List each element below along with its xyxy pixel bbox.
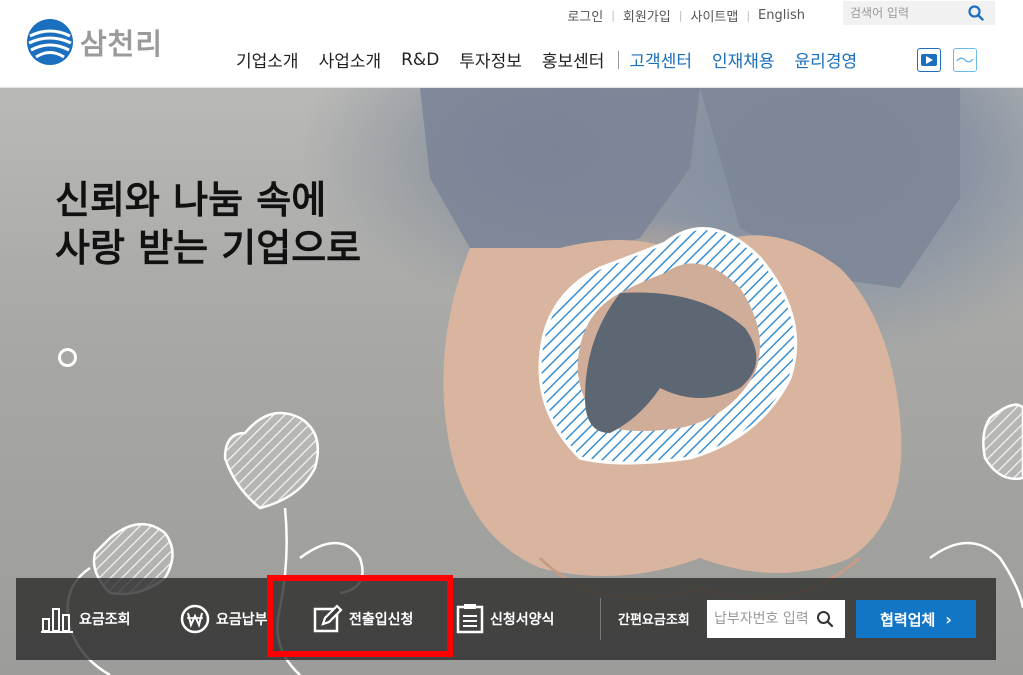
english-link[interactable]: English bbox=[758, 8, 805, 23]
bar-chart-icon bbox=[41, 605, 73, 633]
nav-pr-center[interactable]: 홍보센터 bbox=[542, 47, 605, 72]
payer-search-button[interactable] bbox=[807, 601, 843, 637]
site-header: 삼천리 로그인 | 회원가입 | 사이트맵 | English 기업소개 사업소… bbox=[0, 0, 1023, 88]
social-icon bbox=[956, 57, 974, 63]
quick-forms-label: 신청서양식 bbox=[490, 612, 555, 628]
slider-pager-dot[interactable] bbox=[58, 348, 77, 367]
nav-rnd[interactable]: R&D bbox=[401, 50, 439, 70]
document-icon bbox=[456, 604, 484, 634]
quick-divider bbox=[600, 598, 601, 640]
won-icon bbox=[180, 604, 210, 634]
login-link[interactable]: 로그인 bbox=[567, 6, 603, 25]
hero-title: 신뢰와 나눔 속에 사랑 받는 기업으로 bbox=[55, 176, 361, 272]
sns-links bbox=[917, 48, 977, 72]
join-link[interactable]: 회원가입 bbox=[623, 6, 671, 25]
search-button[interactable] bbox=[961, 2, 991, 24]
partner-button[interactable]: 협력업체 › bbox=[856, 600, 976, 638]
nav-recruit[interactable]: 인재채용 bbox=[712, 47, 775, 72]
youtube-link[interactable] bbox=[917, 48, 941, 72]
quick-fee-inquiry[interactable]: 요금조회 bbox=[41, 578, 131, 660]
util-separator: | bbox=[746, 9, 751, 22]
logo-mark-icon bbox=[27, 19, 73, 65]
sitemap-link[interactable]: 사이트맵 bbox=[690, 6, 738, 25]
utility-nav: 로그인 | 회원가입 | 사이트맵 | English bbox=[567, 6, 805, 25]
payer-number-field bbox=[707, 600, 845, 638]
quick-menu-bar: 요금조회 요금납부 전출입신청 신청서양식 간편요금조회 납부자번호 입력 협력… bbox=[16, 578, 996, 660]
payer-number-input[interactable] bbox=[707, 601, 807, 637]
search-icon bbox=[817, 611, 834, 628]
quick-fee-payment[interactable]: 요금납부 bbox=[180, 578, 268, 660]
nav-investment[interactable]: 투자정보 bbox=[459, 47, 522, 72]
chevron-right-icon: › bbox=[945, 609, 952, 629]
hero-title-line1: 신뢰와 나눔 속에 bbox=[55, 178, 327, 222]
quick-fee-lookup-label: 간편요금조회 bbox=[618, 613, 690, 628]
quick-forms[interactable]: 신청서양식 bbox=[456, 578, 554, 660]
nav-business[interactable]: 사업소개 bbox=[319, 47, 382, 72]
hero-title-line2: 사랑 받는 기업으로 bbox=[55, 226, 362, 270]
search-icon bbox=[968, 5, 984, 21]
quick-fee-inquiry-label: 요금조회 bbox=[79, 612, 131, 628]
nav-divider bbox=[618, 50, 620, 69]
quick-move-request-label: 전출입신청 bbox=[349, 612, 414, 628]
nav-ethics[interactable]: 윤리경영 bbox=[795, 47, 858, 72]
nav-company[interactable]: 기업소개 bbox=[236, 47, 299, 72]
header-search bbox=[843, 1, 995, 25]
util-separator: | bbox=[678, 9, 683, 22]
partner-button-label: 협력업체 bbox=[880, 610, 936, 629]
logo-text: 삼천리 bbox=[80, 27, 164, 61]
util-separator: | bbox=[611, 9, 615, 22]
quick-fee-payment-label: 요금납부 bbox=[216, 612, 268, 628]
social-link[interactable] bbox=[953, 48, 977, 72]
main-nav: 기업소개 사업소개 R&D 투자정보 홍보센터 고객센터 인재채용 윤리경영 bbox=[236, 47, 877, 73]
nav-customer-center[interactable]: 고객센터 bbox=[629, 47, 692, 72]
quick-move-request[interactable]: 전출입신청 bbox=[313, 578, 413, 660]
search-input[interactable] bbox=[843, 2, 961, 24]
edit-icon bbox=[313, 604, 343, 634]
logo[interactable]: 삼천리 bbox=[26, 18, 163, 66]
youtube-icon bbox=[921, 54, 937, 66]
